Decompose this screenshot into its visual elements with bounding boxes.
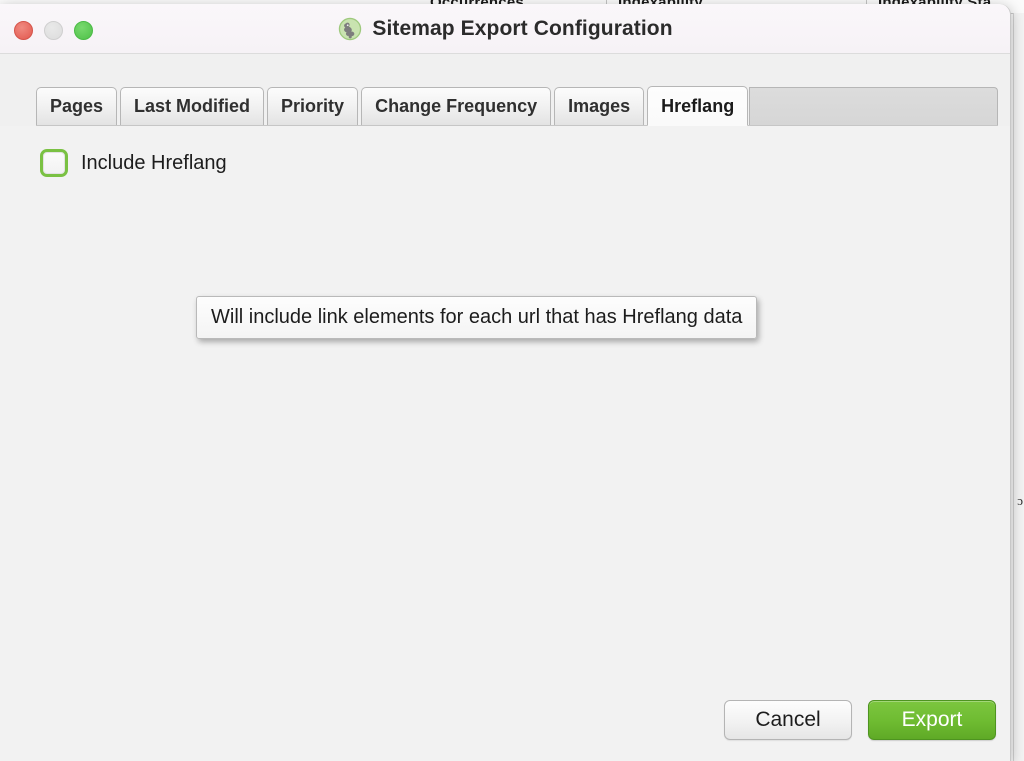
include-hreflang-row[interactable]: Include Hreflang xyxy=(40,149,227,177)
hreflang-tooltip: Will include link elements for each url … xyxy=(196,296,758,339)
tab-images[interactable]: Images xyxy=(554,87,645,126)
tab-last-modified[interactable]: Last Modified xyxy=(120,87,265,126)
tab-hreflang[interactable]: Hreflang xyxy=(647,86,749,126)
hreflang-panel: Include Hreflang Will include link eleme… xyxy=(0,126,1010,686)
screaming-frog-icon xyxy=(339,17,362,40)
export-button[interactable]: Export xyxy=(868,700,996,740)
dialog-title-group: Sitemap Export Configuration xyxy=(0,4,1010,53)
tab-label: Pages xyxy=(50,96,104,116)
cancel-button[interactable]: Cancel xyxy=(724,700,852,740)
dialog-titlebar[interactable]: Sitemap Export Configuration xyxy=(0,4,1010,54)
tab-label: Change Frequency xyxy=(375,96,538,116)
tab-strip-filler xyxy=(749,87,998,126)
tab-bar: Pages Last Modified Priority Change Freq… xyxy=(0,79,1010,126)
dialog-title: Sitemap Export Configuration xyxy=(372,16,673,40)
include-hreflang-label: Include Hreflang xyxy=(81,151,227,174)
background-scroll-edge: ɔ xyxy=(1013,13,1024,761)
tab-label: Hreflang xyxy=(661,95,735,116)
include-hreflang-checkbox[interactable] xyxy=(40,149,68,177)
tab-change-frequency[interactable]: Change Frequency xyxy=(361,87,552,126)
tab-list: Pages Last Modified Priority Change Freq… xyxy=(36,79,998,126)
dialog-footer: Cancel Export xyxy=(0,679,1010,761)
tab-label: Images xyxy=(568,96,631,116)
sitemap-export-configuration-dialog: Sitemap Export Configuration Pages Last … xyxy=(0,4,1011,761)
tab-label: Priority xyxy=(281,96,345,116)
tab-priority[interactable]: Priority xyxy=(267,87,359,126)
tab-label: Last Modified xyxy=(134,96,251,116)
background-edge-glyph: ɔ xyxy=(1017,493,1023,508)
tab-pages[interactable]: Pages xyxy=(36,87,118,126)
